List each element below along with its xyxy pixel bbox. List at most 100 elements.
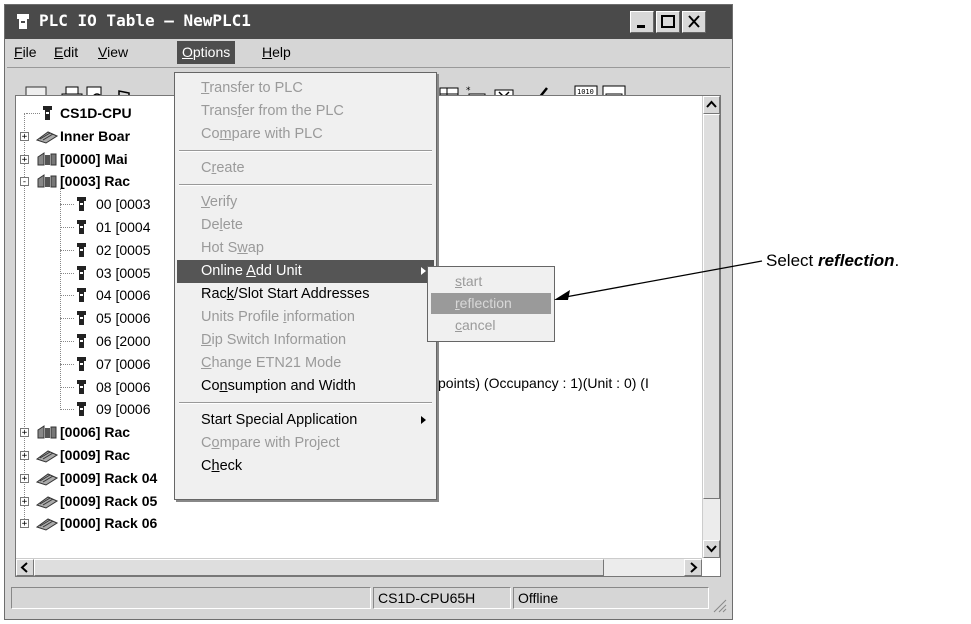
tree-node-label: [0009] Rack 05 <box>60 492 158 509</box>
tree-connector <box>60 409 74 411</box>
menu-item-text: C <box>201 435 212 451</box>
status-mode: Offline <box>513 587 709 609</box>
chevron-left-icon <box>20 562 28 573</box>
scroll-up-button[interactable] <box>703 96 720 114</box>
submenu-item-text: eflection <box>459 295 512 311</box>
menu-item-text: nformation <box>286 309 355 325</box>
callout-emphasis: reflection <box>817 251 895 270</box>
io-unit-icon <box>77 334 86 348</box>
expand-icon[interactable]: + <box>20 496 29 506</box>
maximize-button[interactable] <box>656 11 680 33</box>
menu-file[interactable]: File <box>9 41 42 64</box>
io-unit-icon <box>77 402 86 417</box>
io-unit-icon <box>77 311 86 326</box>
rack-module-icon <box>37 425 57 439</box>
expand-icon[interactable]: + <box>20 154 29 164</box>
menu-view[interactable]: View <box>93 41 133 64</box>
menu-item-text: Units Profile <box>201 309 284 325</box>
menu-item-text: er from the PLC <box>241 103 344 119</box>
status-bar: CS1D-CPU65H Offline <box>7 579 730 617</box>
tree-connector <box>60 227 74 228</box>
submenu-item-text: ancel <box>462 317 496 333</box>
submenu-item[interactable]: reflection <box>431 293 551 314</box>
menu-view-accel: V <box>98 44 108 60</box>
scroll-left-button[interactable] <box>16 559 34 576</box>
options-menu-item[interactable]: Change ETN21 Mode <box>177 352 434 375</box>
vertical-scrollbar[interactable] <box>702 96 720 558</box>
expansion-rack-icon <box>36 450 58 463</box>
submenu-arrow-icon <box>421 416 426 424</box>
minimize-icon <box>637 25 645 28</box>
tree-node-label: Inner Boar <box>60 127 131 144</box>
close-button[interactable] <box>682 11 706 33</box>
menu-item-text: eck <box>219 458 243 474</box>
chevron-down-icon <box>706 545 717 553</box>
tree-node-label: 04 [0006 <box>96 287 151 304</box>
expand-icon[interactable]: + <box>20 519 29 529</box>
submenu-item[interactable]: cancel <box>431 315 551 336</box>
tree-connector <box>60 318 74 320</box>
options-menu-item[interactable]: Transfer to PLC <box>177 77 434 100</box>
menu-edit[interactable]: Edit <box>49 41 83 64</box>
menu-separator <box>179 184 432 186</box>
title-bar[interactable]: PLC IO Table – NewPLC1 <box>5 5 732 39</box>
minimize-button[interactable] <box>630 11 654 33</box>
menu-item-accel: A <box>246 263 256 279</box>
tree-connector <box>60 272 74 274</box>
options-menu-item[interactable]: Rack/Slot Start Addresses <box>177 283 434 306</box>
menu-item-accel: D <box>201 332 212 348</box>
horizontal-scrollbar[interactable] <box>16 558 702 576</box>
resize-grip-icon[interactable] <box>711 597 727 613</box>
options-menu-item[interactable]: Delete <box>177 214 434 237</box>
menu-item-text: sumption and Width <box>227 378 356 394</box>
tree-connector <box>60 363 74 365</box>
menu-help[interactable]: Help <box>257 41 296 64</box>
menu-item-text: erify <box>209 194 238 210</box>
options-menu-item[interactable]: Create <box>177 157 434 180</box>
menu-separator <box>179 150 432 152</box>
submenu-item[interactable]: start <box>431 271 551 292</box>
submenu-item-text: tart <box>462 273 483 289</box>
tree-node-label: 07 [0006 <box>96 355 151 372</box>
callout-arrow <box>554 260 763 300</box>
menu-item-accel: o <box>211 435 220 451</box>
collapse-icon[interactable]: - <box>20 177 29 187</box>
menu-item-accel: k <box>226 286 235 302</box>
options-dropdown-menu: Transfer to PLC Transfer from the PLC Comp… <box>174 72 437 500</box>
menu-options-accel: O <box>182 44 193 60</box>
menu-item-text: hange ETN21 Mode <box>211 355 342 371</box>
menu-item-text: Co <box>201 126 220 142</box>
menu-item-text: Hot S <box>201 240 238 256</box>
menu-item-text: ransfer to PLC <box>209 80 303 96</box>
options-menu-item[interactable]: Transfer from the PLC <box>177 100 434 123</box>
options-menu-item[interactable]: Dip Switch Information <box>177 329 434 352</box>
menu-help-accel: H <box>262 44 273 60</box>
options-menu-item[interactable]: Verify <box>177 191 434 214</box>
scroll-right-button[interactable] <box>684 559 702 576</box>
options-menu-item[interactable]: Consumption and Width <box>177 375 434 398</box>
menu-item-text: Online <box>201 263 247 279</box>
options-menu-item[interactable]: Units Profile information <box>177 306 434 329</box>
expand-icon[interactable]: + <box>20 473 29 483</box>
tree-node-label: 08 [0006 <box>96 378 151 395</box>
expand-icon[interactable]: + <box>20 131 29 141</box>
tree-connector <box>60 188 61 411</box>
options-menu-item[interactable]: Compare with PLC <box>177 123 434 146</box>
tree-node-label: 09 [0006 <box>96 401 151 418</box>
submenu-item-accel: s <box>455 273 462 289</box>
chevron-right-icon <box>690 562 698 573</box>
menu-item-text: Trans <box>201 103 238 119</box>
options-menu-item[interactable]: Hot Swap <box>177 237 434 260</box>
expand-icon[interactable]: + <box>20 451 29 461</box>
options-menu-item[interactable]: Check <box>177 455 434 478</box>
menu-options[interactable]: Options <box>177 41 236 64</box>
expand-icon[interactable]: + <box>20 428 29 438</box>
options-menu-item[interactable]: Start Special Application <box>177 409 434 432</box>
scroll-down-button[interactable] <box>703 540 720 558</box>
tree-connector <box>60 249 74 251</box>
options-menu-item[interactable]: Online Add Unit <box>177 260 434 283</box>
scroll-thumb-horizontal[interactable] <box>34 559 604 576</box>
options-menu-item[interactable]: Compare with Project <box>177 432 434 455</box>
menu-file-accel: F <box>14 44 23 60</box>
menu-item-text: ip Switch Information <box>211 332 347 348</box>
